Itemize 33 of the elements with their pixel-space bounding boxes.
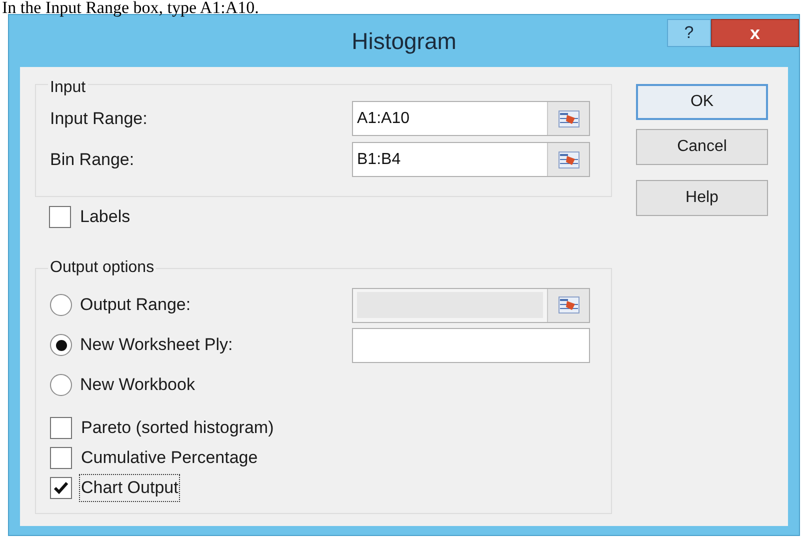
checkbox-label[interactable]: Labels [78,203,132,231]
range-field[interactable]: A1:A10 [352,101,590,136]
window-title: Histogram [352,26,456,56]
close-button[interactable]: x [711,19,799,47]
range-select-button[interactable] [547,143,589,176]
group-title: Output options [48,259,156,277]
field-label: Input Range: [50,108,148,130]
help-button[interactable]: ? [667,19,711,47]
group-title: Input [48,79,88,97]
checkbox-label[interactable]: Pareto (sorted histogram) [79,414,276,442]
range-select-icon [558,150,580,168]
radio-label[interactable]: Output Range: [80,292,191,318]
dialog-button[interactable]: OK [636,84,768,120]
checkbox[interactable] [50,477,72,499]
range-select-button[interactable] [547,102,589,135]
field-label: Bin Range: [50,148,134,171]
range-field[interactable]: B1:B4 [352,142,590,177]
checkbox-label[interactable]: Chart Output [79,474,180,502]
dialog-button[interactable]: Cancel [636,129,768,165]
radio-label[interactable]: New Workbook [80,372,195,398]
radio-button[interactable] [50,334,72,356]
radio-button[interactable] [50,374,72,396]
dialog-button[interactable]: Help [636,180,768,216]
checkbox[interactable] [50,417,72,439]
radio-button[interactable] [50,294,72,316]
checkbox[interactable] [50,447,72,469]
checkmark-icon [53,481,69,495]
checkbox[interactable] [49,206,71,228]
range-field[interactable] [352,328,590,362]
radio-label[interactable]: New Worksheet Ply: [80,332,233,358]
range-select-icon [558,296,580,314]
checkbox-label[interactable]: Cumulative Percentage [79,444,260,472]
range-select-icon [558,110,580,128]
